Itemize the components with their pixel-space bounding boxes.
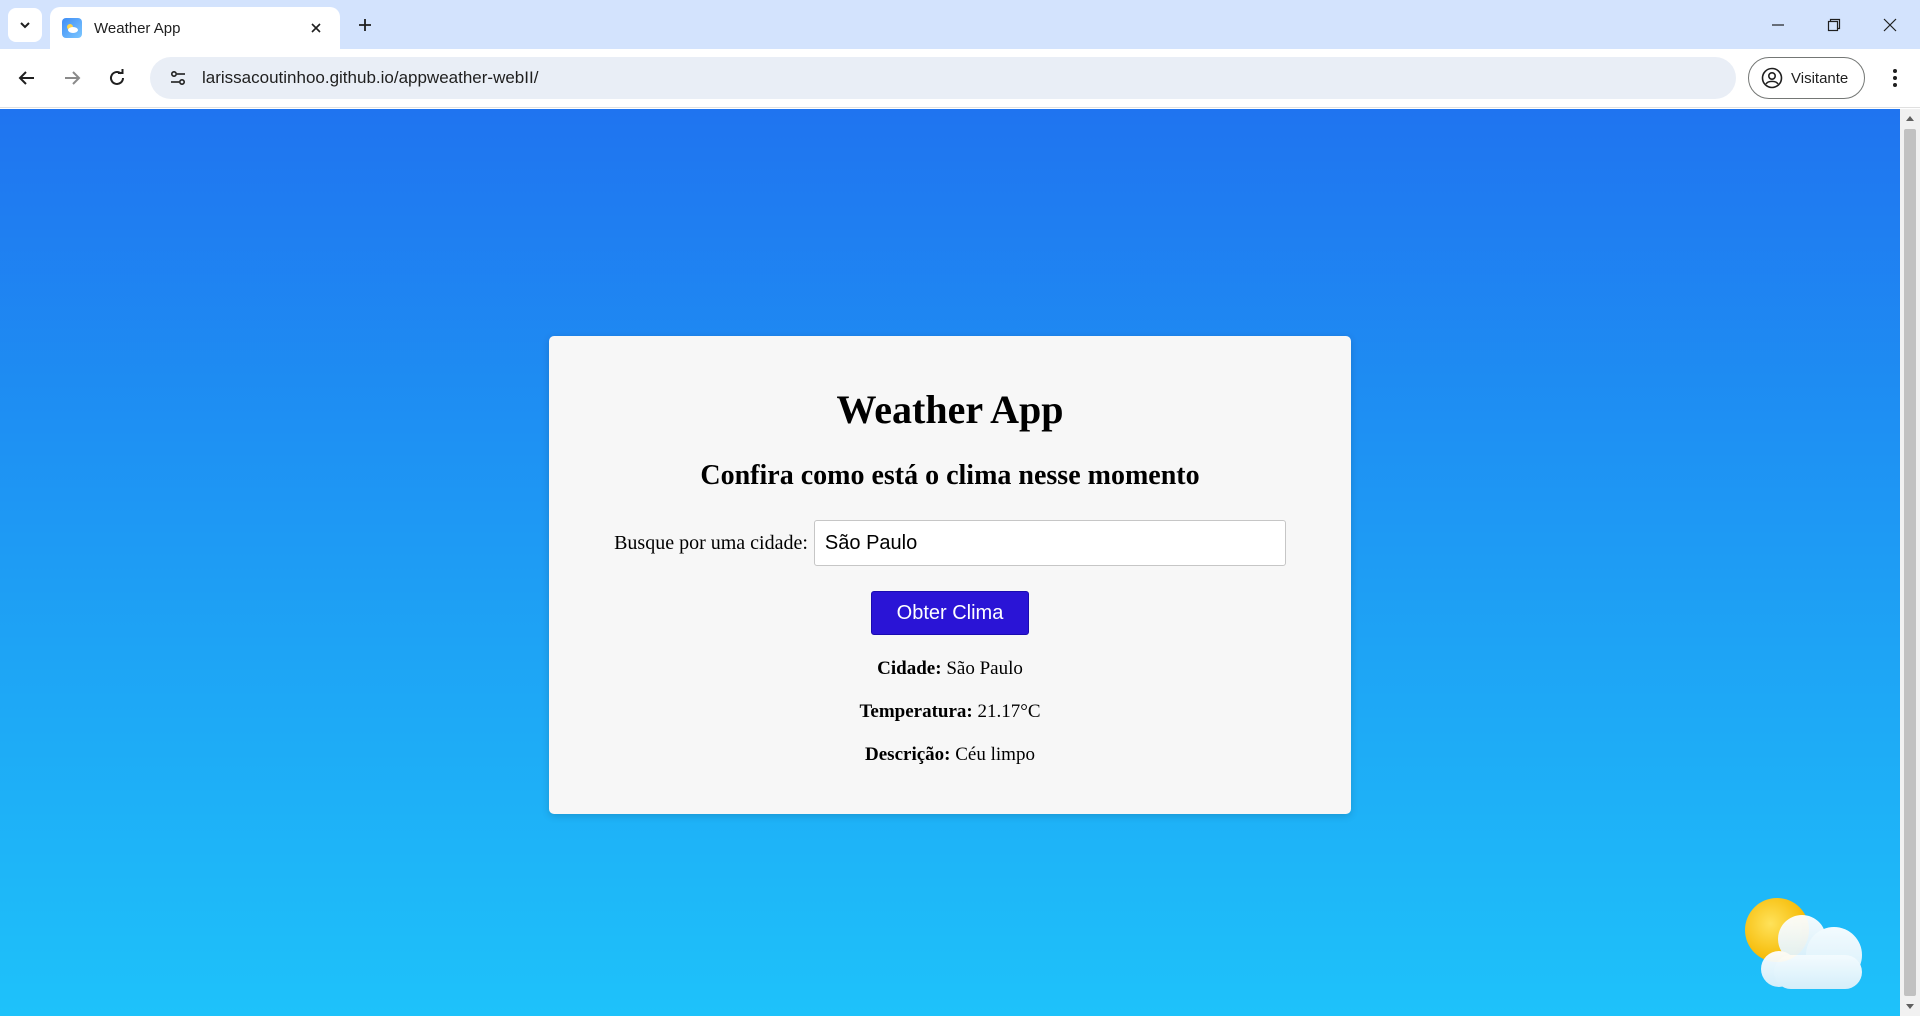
description-label: Descrição: bbox=[865, 744, 951, 765]
back-icon bbox=[18, 71, 34, 85]
close-window-button[interactable] bbox=[1862, 0, 1918, 49]
forward-icon bbox=[65, 71, 81, 85]
new-tab-button[interactable] bbox=[350, 10, 380, 40]
get-weather-button[interactable]: Obter Clima bbox=[871, 591, 1029, 635]
scroll-up-arrow-icon[interactable] bbox=[1900, 109, 1920, 127]
kebab-menu-icon bbox=[1893, 69, 1897, 87]
profile-button[interactable]: Visitante bbox=[1748, 57, 1865, 99]
url-text: larissacoutinhoo.github.io/appweather-we… bbox=[202, 68, 539, 87]
tab-active[interactable]: Weather App bbox=[50, 7, 340, 49]
temperature-value: 21.17°C bbox=[977, 701, 1041, 722]
search-row: Busque por uma cidade: bbox=[549, 520, 1351, 566]
page-subtitle: Confira como está o clima nesse momento bbox=[700, 460, 1200, 491]
reload-button[interactable] bbox=[98, 59, 136, 97]
city-search-input[interactable] bbox=[813, 520, 1286, 566]
weather-card: Weather App Confira como está o clima ne… bbox=[549, 336, 1351, 814]
result-description: Descrição: Céu limpo bbox=[549, 744, 1351, 766]
page-title: Weather App bbox=[836, 387, 1064, 432]
description-value: Céu limpo bbox=[955, 744, 1035, 765]
scrollbar-thumb[interactable] bbox=[1904, 129, 1916, 996]
city-label: Cidade: bbox=[877, 658, 942, 679]
restore-button[interactable] bbox=[1806, 0, 1862, 49]
sun-cloud-icon bbox=[1745, 898, 1862, 989]
tab-title: Weather App bbox=[94, 19, 181, 37]
temperature-label: Temperatura: bbox=[859, 701, 973, 722]
reload-icon bbox=[110, 69, 124, 85]
page-viewport: Weather App Confira como está o clima ne… bbox=[0, 109, 1900, 1016]
result-temperature: Temperatura: 21.17°C bbox=[549, 701, 1351, 723]
back-button[interactable] bbox=[8, 59, 46, 97]
restore-icon bbox=[1827, 18, 1841, 31]
search-label: Busque por uma cidade: bbox=[614, 531, 808, 554]
site-settings-icon[interactable] bbox=[164, 64, 192, 92]
city-value: São Paulo bbox=[946, 658, 1023, 679]
minimize-icon bbox=[1772, 23, 1784, 26]
address-bar[interactable]: larissacoutinhoo.github.io/appweather-we… bbox=[150, 57, 1736, 99]
close-icon[interactable] bbox=[304, 16, 328, 40]
minimize-button[interactable] bbox=[1750, 0, 1806, 49]
tab-strip: Weather App bbox=[0, 0, 1920, 49]
browser-toolbar: larissacoutinhoo.github.io/appweather-we… bbox=[0, 49, 1920, 108]
chevron-down-icon bbox=[20, 22, 30, 29]
close-window-icon bbox=[1883, 18, 1897, 31]
plus-icon bbox=[359, 19, 371, 31]
profile-label: Visitante bbox=[1791, 69, 1849, 87]
result-city: Cidade: São Paulo bbox=[549, 658, 1351, 680]
tab-search-button[interactable] bbox=[8, 8, 42, 42]
forward-button[interactable] bbox=[53, 59, 91, 97]
scroll-down-arrow-icon[interactable] bbox=[1900, 998, 1920, 1016]
profile-icon bbox=[1761, 67, 1783, 89]
browser-menu-button[interactable] bbox=[1876, 59, 1914, 97]
weather-favicon-icon bbox=[62, 18, 82, 38]
vertical-scrollbar[interactable] bbox=[1900, 109, 1920, 1016]
